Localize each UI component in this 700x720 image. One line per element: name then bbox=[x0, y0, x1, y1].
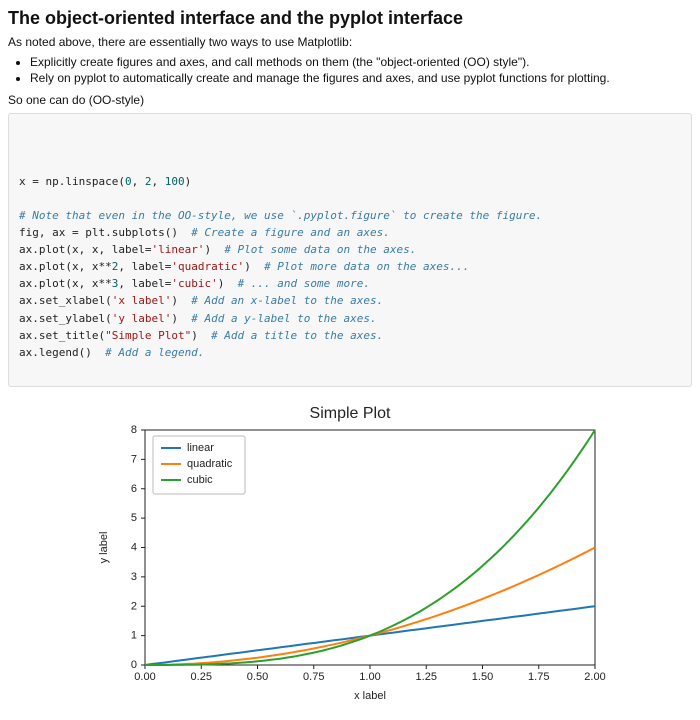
y-tick-label: 5 bbox=[131, 512, 137, 524]
code-cell: x = np.linspace(0, 2, 100) # Note that e… bbox=[8, 113, 692, 387]
intro-text: As noted above, there are essentially tw… bbox=[8, 35, 692, 49]
x-tick-label: 1.00 bbox=[359, 671, 380, 683]
y-tick-label: 3 bbox=[131, 571, 137, 583]
code-content: x = np.linspace(0, 2, 100) # Note that e… bbox=[19, 173, 681, 361]
y-tick-label: 0 bbox=[131, 659, 137, 671]
x-tick-label: 0.25 bbox=[191, 671, 212, 683]
x-tick-label: 0.75 bbox=[303, 671, 324, 683]
bullet-item: Explicitly create figures and axes, and … bbox=[30, 55, 692, 69]
bullet-list: Explicitly create figures and axes, and … bbox=[30, 55, 692, 85]
y-axis-label: y label bbox=[98, 531, 110, 563]
y-tick-label: 6 bbox=[131, 482, 137, 494]
x-tick-label: 1.75 bbox=[528, 671, 549, 683]
y-tick-label: 2 bbox=[131, 600, 137, 612]
y-tick-label: 1 bbox=[131, 629, 137, 641]
legend-label: quadratic bbox=[187, 458, 233, 470]
x-tick-label: 0.50 bbox=[247, 671, 268, 683]
x-axis-label: x label bbox=[354, 690, 386, 702]
chart-figure: Simple Plot 0.00 0.25 0.50 0.75 1.00 1.25 1.50… bbox=[90, 405, 610, 708]
series-quadratic bbox=[145, 547, 595, 665]
x-tick-label: 1.50 bbox=[472, 671, 493, 683]
x-tick-label: 0.00 bbox=[134, 671, 155, 683]
bullet-item: Rely on pyplot to automatically create a… bbox=[30, 71, 692, 85]
chart-svg: 0.00 0.25 0.50 0.75 1.00 1.25 1.50 1.75 2.00 0 1 2 3… bbox=[90, 425, 610, 705]
y-tick-label: 4 bbox=[131, 541, 137, 553]
x-tick-label: 2.00 bbox=[584, 671, 605, 683]
y-tick-label: 7 bbox=[131, 453, 137, 465]
lead-out-text: So one can do (OO-style) bbox=[8, 93, 692, 107]
legend-label: linear bbox=[187, 442, 214, 454]
chart-title: Simple Plot bbox=[90, 405, 610, 423]
section-heading: The object-oriented interface and the py… bbox=[8, 8, 692, 29]
x-tick-label: 1.25 bbox=[416, 671, 437, 683]
legend-label: cubic bbox=[187, 474, 213, 486]
copy-icon[interactable] bbox=[671, 118, 687, 134]
y-tick-label: 8 bbox=[131, 425, 137, 436]
